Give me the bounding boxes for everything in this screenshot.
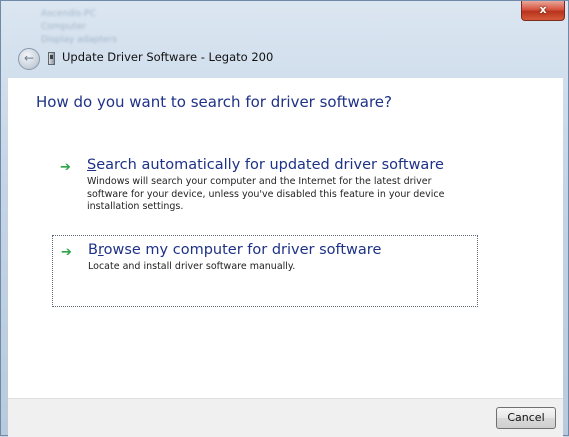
browse-computer-option[interactable]: ➔ Browse my computer for driver software… (52, 235, 478, 307)
close-button[interactable]: x (521, 1, 565, 21)
window-title: Update Driver Software - Legato 200 (62, 50, 274, 64)
option-title: Search automatically for updated driver … (87, 157, 444, 173)
cancel-button[interactable]: Cancel (496, 407, 556, 429)
option-title: Browse my computer for driver software (88, 242, 382, 258)
wizard-content: How do you want to search for driver sof… (8, 78, 563, 398)
background-tree-item: Computer (41, 22, 86, 32)
option-description: Locate and install driver software manua… (88, 261, 296, 272)
option-description: Windows will search your computer and th… (87, 176, 445, 212)
page-heading: How do you want to search for driver sof… (36, 93, 392, 111)
search-automatically-option[interactable]: ➔ Search automatically for updated drive… (52, 151, 478, 219)
device-icon (48, 52, 55, 65)
close-icon: x (539, 3, 547, 16)
background-tree-item: Ascendis-PC (41, 9, 96, 19)
green-arrow-icon: ➔ (61, 245, 72, 260)
access-key: S (87, 157, 97, 173)
back-button[interactable]: ← (18, 48, 40, 70)
button-bar: Cancel (8, 398, 563, 437)
green-arrow-icon: ➔ (60, 160, 71, 175)
back-arrow-icon: ← (23, 51, 35, 65)
navigation-bar: ← Update Driver Software - Legato 200 (8, 42, 563, 74)
